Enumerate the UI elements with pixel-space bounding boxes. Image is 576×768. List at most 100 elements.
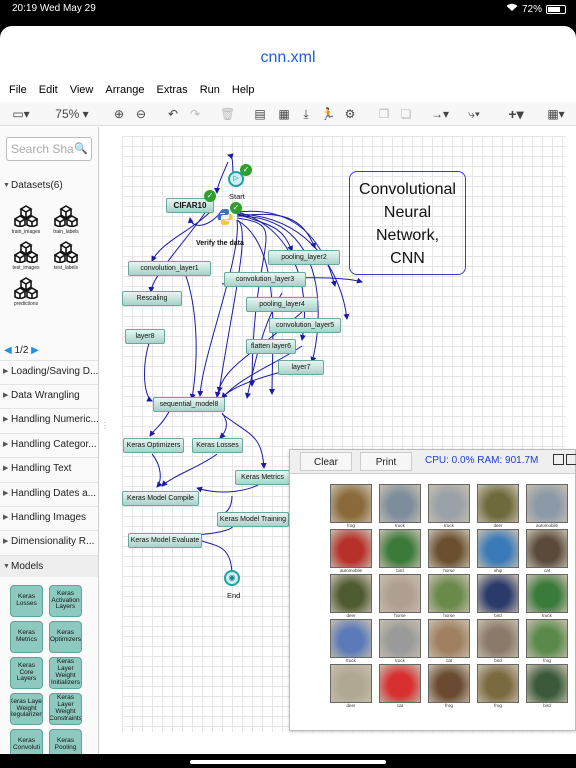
- next-page-icon[interactable]: ▶: [31, 345, 39, 356]
- node-keras-losses[interactable]: Keras Losses: [192, 438, 243, 453]
- node-convolution-layer5[interactable]: convolution_layer5: [269, 318, 341, 333]
- image-thumbnail: [330, 664, 372, 703]
- search-input[interactable]: Search Sha 🔍: [6, 137, 92, 161]
- download-icon[interactable]: ⤓: [298, 105, 314, 123]
- image-label: ship: [493, 568, 503, 573]
- image-tile: truck: [526, 574, 568, 618]
- cubes-icon: [54, 241, 78, 263]
- section-handling-categorical[interactable]: ▶ Handling Categor...: [0, 433, 98, 455]
- battery-percent: 72%: [521, 3, 542, 15]
- node-sequential-model8[interactable]: sequential_model8: [153, 397, 225, 412]
- chevron-down-icon: ▼: [3, 182, 10, 189]
- image-label: cat: [396, 703, 403, 708]
- print-button[interactable]: Print: [360, 452, 412, 471]
- shape-sidebar: Search Sha 🔍 ▼ Datasets(6) train_images t…: [0, 127, 99, 754]
- table-icon[interactable]: ▦▾: [544, 105, 568, 123]
- menu-extras[interactable]: Extras: [157, 80, 188, 100]
- model-keras-weight-constraints[interactable]: Keras Layer Weight Constraints: [49, 693, 82, 725]
- home-indicator[interactable]: [190, 760, 386, 764]
- section-dimensionality[interactable]: ▶ Dimensionality R...: [0, 530, 98, 552]
- wifi-icon: [506, 3, 518, 15]
- node-pooling-layer4[interactable]: pooling_layer4: [246, 297, 318, 312]
- dataset-test-images[interactable]: test_images: [6, 241, 46, 271]
- section-models[interactable]: ▼ Models: [0, 555, 98, 577]
- dataset-test-labels[interactable]: test_labels: [46, 241, 86, 271]
- clear-button[interactable]: Clear: [300, 452, 352, 471]
- redo-icon[interactable]: ↷: [188, 105, 202, 123]
- node-keras-model-compile[interactable]: Keras Model Compile: [122, 491, 199, 506]
- node-layer7[interactable]: layer7: [278, 360, 324, 375]
- node-keras-model-training[interactable]: Keras Model Training: [217, 512, 289, 527]
- node-layer8[interactable]: layer8: [125, 329, 165, 344]
- chevron-right-icon: ▶: [3, 538, 9, 545]
- image-tile: automobile: [330, 529, 372, 573]
- chevron-right-icon: ▶: [3, 514, 9, 521]
- search-icon[interactable]: 🔍: [74, 142, 88, 155]
- title-box-line: Convolutional: [359, 181, 456, 198]
- edit-page-icon[interactable]: ▦: [276, 105, 292, 123]
- section-handling-dates[interactable]: ▶ Handling Dates a...: [0, 482, 98, 504]
- waypoint-style-icon[interactable]: ⤷▾: [462, 105, 486, 123]
- model-keras-weight-regularizers[interactable]: Keras Layer Weight Regularizers: [10, 693, 43, 725]
- zoom-out-icon[interactable]: ⊖: [134, 105, 148, 123]
- section-handling-images[interactable]: ▶ Handling Images: [0, 506, 98, 528]
- menu-file[interactable]: File: [9, 80, 27, 100]
- chevron-right-icon: ▶: [3, 368, 9, 375]
- delete-icon[interactable]: 🗑: [220, 105, 235, 123]
- menu-help[interactable]: Help: [232, 80, 255, 100]
- prev-page-icon[interactable]: ◀: [4, 345, 12, 356]
- node-convolution-layer1[interactable]: convolution_layer1: [128, 261, 211, 276]
- zoom-select[interactable]: 75% ▾: [52, 105, 92, 123]
- restore-icon[interactable]: [553, 454, 564, 465]
- model-keras-metrics[interactable]: Keras Metrics: [10, 621, 43, 653]
- zoom-in-icon[interactable]: ⊕: [112, 105, 126, 123]
- connector-style-icon[interactable]: →▾: [428, 105, 452, 123]
- image-label: automobile: [339, 568, 362, 573]
- section-handling-numeric[interactable]: ▶ Handling Numeric...: [0, 408, 98, 430]
- model-keras-activation-layers[interactable]: Keras Activation Layers: [49, 585, 82, 617]
- battery-icon: [546, 4, 566, 14]
- image-tile: frog: [477, 664, 519, 708]
- section-loading-saving[interactable]: ▶ Loading/Saving D...: [0, 360, 98, 382]
- dataset-predictions[interactable]: predictions: [6, 277, 46, 307]
- dataset-train-labels[interactable]: train_labels: [46, 205, 86, 235]
- maximize-icon[interactable]: [566, 454, 576, 465]
- node-rescaling[interactable]: Rescaling: [122, 291, 182, 306]
- section-handling-text[interactable]: ▶ Handling Text: [0, 457, 98, 479]
- add-page-icon[interactable]: ▤: [252, 105, 268, 123]
- insert-icon[interactable]: +▾: [504, 105, 528, 123]
- menu-arrange[interactable]: Arrange: [105, 80, 144, 100]
- image-label: bird: [494, 658, 502, 663]
- node-keras-optimizers[interactable]: Keras Optimizers: [123, 438, 184, 453]
- undo-icon[interactable]: ↶: [166, 105, 180, 123]
- panel-toggle-icon[interactable]: ▭▾: [8, 105, 34, 123]
- model-keras-weight-initializers[interactable]: Keras Layer Weight Initializers: [49, 657, 82, 689]
- model-keras-losses[interactable]: Keras Losses: [10, 585, 43, 617]
- image-thumbnail: [477, 529, 519, 568]
- image-thumbnail: [428, 574, 470, 613]
- node-keras-metrics[interactable]: Keras Metrics: [235, 470, 290, 485]
- to-front-icon[interactable]: ❐: [376, 105, 392, 123]
- node-pooling-layer2[interactable]: pooling_layer2: [268, 250, 340, 265]
- node-keras-model-evaluate[interactable]: Keras Model Evaluate: [128, 533, 202, 548]
- menu-view[interactable]: View: [70, 80, 94, 100]
- diagram-title-box[interactable]: Convolutional Neural Network, CNN: [349, 171, 466, 275]
- model-keras-convolution[interactable]: Keras Convoluti: [10, 729, 43, 754]
- model-keras-core-layers[interactable]: Keras Core Layers: [10, 657, 43, 689]
- toolbar: ▭▾ 75% ▾ ⊕ ⊖ ↶ ↷ 🗑 ▤ ▦ ⤓ 🏃 ⚙ ❐ ❏ →▾ ⤷▾ +…: [0, 102, 576, 126]
- model-keras-optimizers[interactable]: Keras Optimizers: [49, 621, 82, 653]
- sidebar-resize-handle[interactable]: ⋮: [101, 421, 109, 430]
- end-label: End: [227, 591, 241, 600]
- node-flatten-layer6[interactable]: flatten layer6: [246, 339, 296, 354]
- model-keras-pooling[interactable]: Keras Pooling: [49, 729, 82, 754]
- dataset-train-images[interactable]: train_images: [6, 205, 46, 235]
- run-icon[interactable]: 🏃: [320, 105, 336, 123]
- settings-doc-icon[interactable]: ⚙: [342, 105, 358, 123]
- end-icon[interactable]: ◉: [224, 570, 240, 586]
- to-back-icon[interactable]: ❏: [398, 105, 414, 123]
- section-data-wrangling[interactable]: ▶ Data Wrangling: [0, 384, 98, 406]
- menu-edit[interactable]: Edit: [39, 80, 58, 100]
- menu-run[interactable]: Run: [200, 80, 220, 100]
- node-convolution-layer3[interactable]: convolution_layer3: [224, 272, 306, 287]
- datasets-section[interactable]: ▼ Datasets(6): [0, 175, 98, 197]
